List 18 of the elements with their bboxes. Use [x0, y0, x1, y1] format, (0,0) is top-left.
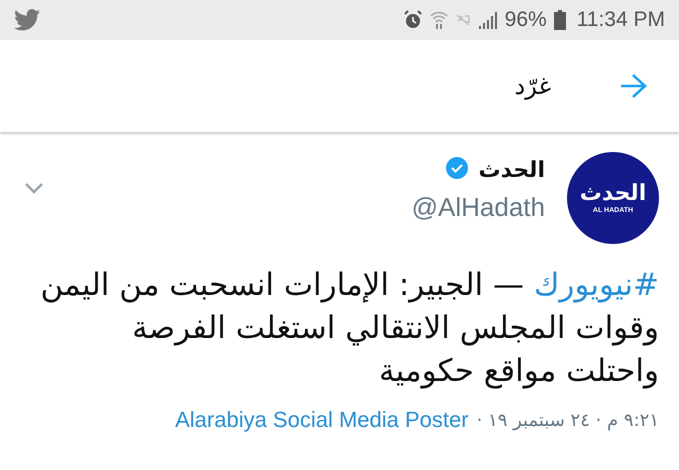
- back-arrow-icon[interactable]: [619, 74, 647, 98]
- logo-text: الحدث: [580, 182, 646, 204]
- account-name: الحدث: [478, 158, 545, 182]
- clock-time: 11:34 PM: [576, 8, 665, 32]
- alarm-icon: [402, 10, 423, 30]
- tweet-timestamp: ٩:٢١ م · ٢٤ سبتمبر ١٩ ·: [476, 410, 659, 430]
- signal-icon: [478, 11, 498, 29]
- battery-percentage: 96%: [504, 8, 547, 32]
- mobile-data-icon: [454, 13, 471, 27]
- wifi-icon: [430, 10, 448, 30]
- source-link[interactable]: Alarabiya Social Media Poster: [175, 407, 469, 433]
- hashtag-link[interactable]: #نيويورك: [534, 267, 659, 303]
- tweet-text: #نيويورك — الجبير: الإمارات انسحبت من اليمن وقوات المجلس الانتقالي استغلت الفرصة واحتلت مواقع حكومية: [39, 266, 659, 391]
- account-handle: @AlHadath: [412, 192, 545, 223]
- caret-icon[interactable]: [24, 182, 44, 194]
- header-title: غرّد: [514, 72, 551, 100]
- battery-icon: [554, 10, 566, 30]
- bird-icon: [14, 9, 40, 31]
